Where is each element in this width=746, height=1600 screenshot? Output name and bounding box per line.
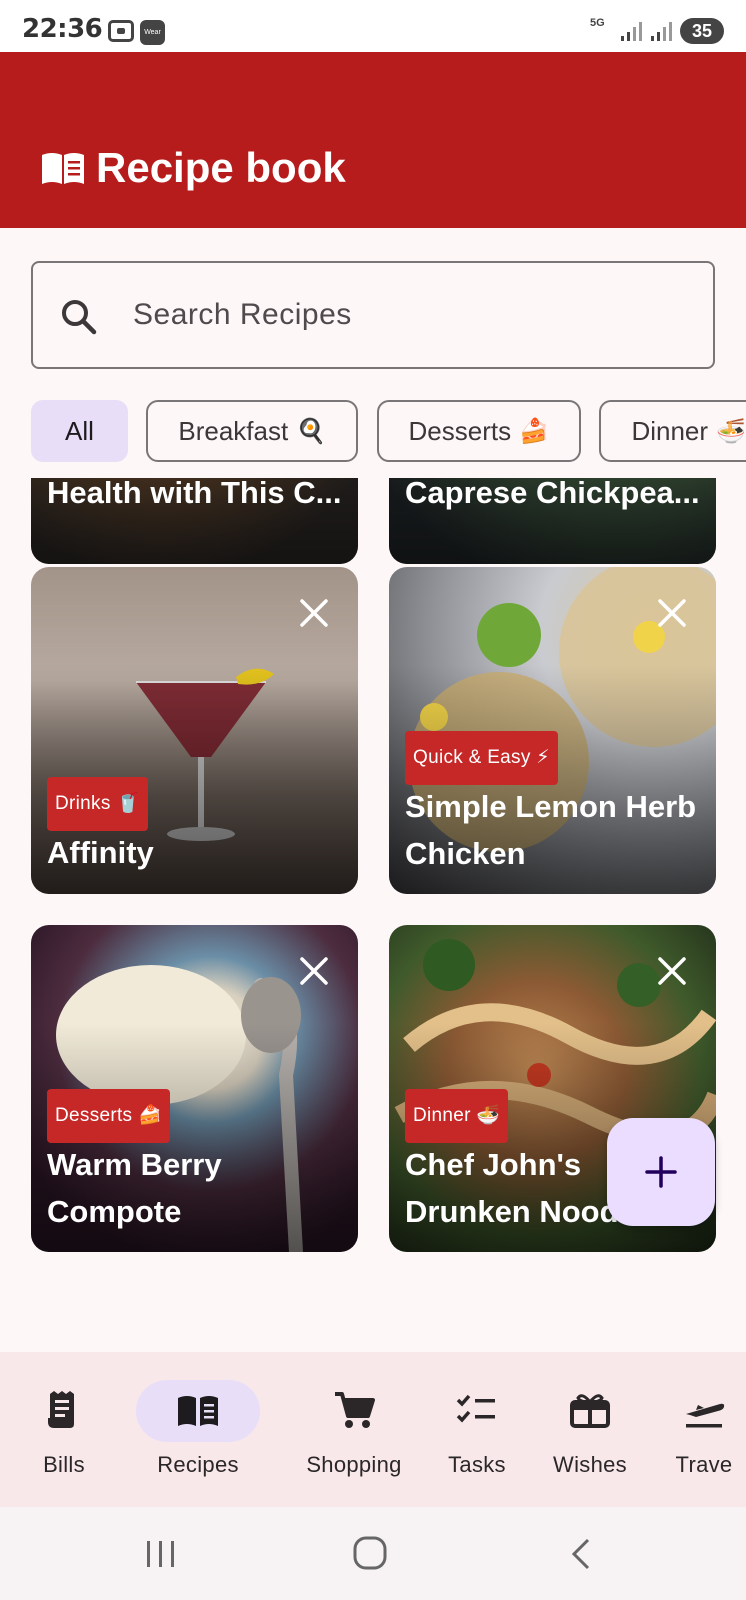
- recipe-title: Caprese Chickpea...: [405, 478, 700, 510]
- frying-pan-icon: 🍳: [296, 417, 327, 445]
- drink-icon: 🥤: [116, 793, 141, 814]
- recipe-card[interactable]: Quick & Easy ⚡ Simple Lemon Herb Chicken: [389, 567, 716, 894]
- plus-icon: [645, 1156, 677, 1188]
- app-bar: Recipe book: [0, 52, 746, 228]
- search-input[interactable]: [133, 293, 693, 337]
- nav-item-shopping[interactable]: Shopping: [290, 1352, 418, 1507]
- search-field[interactable]: [31, 261, 715, 369]
- bottom-navigation: Bills Recipes Shopping Tasks Wishes Trav…: [0, 1352, 746, 1507]
- tag-label: Dinner: [413, 1105, 471, 1126]
- tag-label: Drinks: [55, 793, 111, 814]
- screenshot-icon: [108, 20, 134, 42]
- category-tag: Quick & Easy ⚡: [405, 731, 558, 785]
- open-book-icon: [178, 1396, 218, 1426]
- system-navigation-bar: [0, 1507, 746, 1600]
- chip-desserts[interactable]: Desserts 🍰: [376, 400, 581, 462]
- cake-icon: 🍰: [519, 417, 549, 445]
- remove-recipe-icon[interactable]: [656, 955, 688, 987]
- recipe-card[interactable]: Desserts 🍰 Warm Berry Compote: [31, 925, 358, 1252]
- category-tag: Drinks 🥤: [47, 777, 149, 831]
- recipe-card[interactable]: Drinks 🥤 Affinity: [31, 567, 358, 894]
- nav-item-recipes[interactable]: Recipes: [134, 1352, 262, 1507]
- chip-breakfast[interactable]: Breakfast 🍳: [146, 400, 359, 462]
- cake-icon: 🍰: [137, 1105, 162, 1126]
- back-icon[interactable]: [566, 1537, 596, 1571]
- plane-icon: [686, 1403, 725, 1428]
- open-book-icon: [42, 153, 84, 184]
- chip-label: Breakfast: [178, 415, 289, 446]
- noodles-icon: 🍜: [476, 1105, 501, 1126]
- recipe-title: Health with This C...: [47, 478, 342, 510]
- search-icon: [62, 300, 97, 335]
- recipe-title: Affinity: [47, 835, 154, 870]
- checklist-icon: [456, 1394, 495, 1423]
- category-tag: Desserts 🍰: [47, 1089, 170, 1143]
- recipe-title: Simple Lemon Herb Chicken: [405, 789, 697, 871]
- page-title: Recipe book: [96, 144, 346, 191]
- receipt-icon: [48, 1391, 74, 1428]
- gift-icon: [570, 1394, 610, 1428]
- recipe-card[interactable]: Caprese Chickpea...: [389, 478, 716, 564]
- nav-item-tasks[interactable]: Tasks: [413, 1352, 541, 1507]
- status-bar: 22:36 Wear 5G 35: [0, 0, 746, 52]
- nav-item-wishes[interactable]: Wishes: [526, 1352, 654, 1507]
- chip-all[interactable]: All: [31, 400, 128, 462]
- signal-icon-2: [651, 22, 672, 41]
- tag-label: Desserts: [55, 1105, 133, 1126]
- filter-chips: All Breakfast 🍳 Desserts 🍰 Dinner 🍜: [31, 400, 746, 464]
- tag-label: Quick & Easy: [413, 747, 531, 768]
- network-type: 5G: [590, 17, 605, 29]
- remove-recipe-icon[interactable]: [656, 597, 688, 629]
- home-icon[interactable]: [352, 1535, 388, 1571]
- remove-recipe-icon[interactable]: [298, 955, 330, 987]
- lightning-icon: ⚡: [536, 747, 550, 768]
- nav-item-travel[interactable]: Trave: [640, 1352, 746, 1507]
- battery-indicator: 35: [680, 18, 724, 44]
- nav-label: Trave: [675, 1452, 733, 1477]
- noodles-icon: 🍜: [716, 417, 746, 445]
- add-recipe-button[interactable]: [607, 1118, 715, 1226]
- chip-dinner[interactable]: Dinner 🍜: [599, 400, 746, 462]
- cart-icon: [335, 1392, 375, 1428]
- recipe-title: Warm Berry Compote: [47, 1147, 222, 1229]
- chip-label: Desserts: [408, 415, 512, 446]
- recent-apps-icon[interactable]: [144, 1537, 178, 1571]
- status-time: 22:36: [22, 14, 103, 44]
- category-tag: Dinner 🍜: [405, 1089, 509, 1143]
- signal-icon: [621, 22, 642, 41]
- nav-label: Recipes: [157, 1452, 239, 1477]
- app-title-group: Recipe book: [40, 144, 346, 192]
- remove-recipe-icon[interactable]: [298, 597, 330, 629]
- recipe-card[interactable]: Health with This C...: [31, 478, 358, 564]
- wear-icon: Wear: [140, 20, 165, 45]
- nav-item-bills[interactable]: Bills: [0, 1352, 128, 1507]
- chip-label: All: [65, 415, 94, 446]
- chip-label: Dinner: [631, 415, 709, 446]
